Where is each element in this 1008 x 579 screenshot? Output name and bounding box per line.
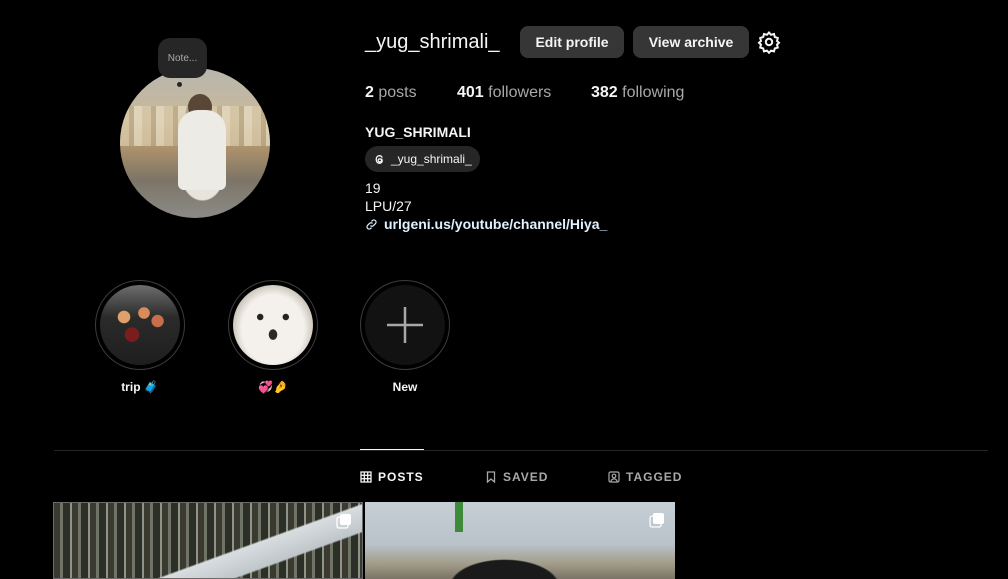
new-highlight-button[interactable]: New: [360, 280, 450, 394]
tab-tagged-label: TAGGED: [626, 470, 683, 484]
highlight-trip[interactable]: trip 🧳: [95, 280, 185, 394]
followers-link[interactable]: 401 followers: [457, 84, 551, 102]
highlight-hearts-cover: [233, 285, 313, 365]
highlight-label: 💞🤌: [258, 380, 288, 394]
highlight-hearts[interactable]: 💞🤌: [228, 280, 318, 394]
settings-gear-icon[interactable]: [757, 30, 781, 54]
highlight-label: New: [392, 380, 418, 394]
plus-icon: [387, 307, 423, 343]
highlight-label: trip 🧳: [121, 380, 159, 394]
note-bubble[interactable]: Note...: [158, 38, 207, 78]
following-count-value: 382: [591, 84, 618, 101]
highlight-trip-cover: [100, 285, 180, 365]
tab-saved[interactable]: SAVED: [485, 470, 548, 484]
profile-full-name: YUG_SHRIMALI: [365, 124, 471, 140]
threads-badge[interactable]: _yug_shrimali_: [365, 146, 480, 172]
threads-handle: _yug_shrimali_: [391, 152, 472, 166]
bio-line-school: LPU/27: [365, 198, 412, 214]
bookmark-icon: [486, 471, 496, 483]
note-text: Note...: [167, 52, 198, 64]
profile-username: _yug_shrimali_: [365, 31, 500, 53]
tabs-divider: [54, 450, 988, 451]
grid-icon: [360, 471, 372, 483]
link-icon: [366, 218, 377, 230]
bio-link-text: urlgeni.us/youtube/channel/Hiya_: [384, 216, 608, 232]
following-count-label: following: [622, 84, 685, 101]
followers-count-value: 401: [457, 84, 484, 101]
tab-posts[interactable]: POSTS: [360, 470, 424, 484]
threads-icon: [375, 154, 383, 164]
tab-tagged[interactable]: TAGGED: [608, 470, 682, 484]
bio-link[interactable]: urlgeni.us/youtube/channel/Hiya_: [365, 216, 607, 232]
tag-user-icon: [608, 471, 620, 483]
edit-profile-button[interactable]: Edit profile: [520, 26, 624, 58]
note-bubble-tail: [177, 82, 182, 87]
tab-posts-label: POSTS: [378, 470, 424, 484]
view-archive-button[interactable]: View archive: [633, 26, 749, 58]
posts-count-label: posts: [378, 84, 417, 101]
post-tile[interactable]: [365, 502, 675, 579]
post-tile[interactable]: [53, 502, 363, 579]
tab-saved-label: SAVED: [503, 470, 549, 484]
posts-count: 2 posts: [365, 84, 417, 102]
carousel-icon: [649, 513, 664, 528]
bio-line-age: 19: [365, 180, 381, 196]
carousel-icon: [336, 514, 351, 529]
followers-count-label: followers: [488, 84, 552, 101]
following-link[interactable]: 382 following: [591, 84, 684, 102]
active-tab-indicator: [360, 449, 424, 450]
profile-avatar[interactable]: [120, 68, 270, 218]
posts-count-value: 2: [365, 84, 374, 101]
